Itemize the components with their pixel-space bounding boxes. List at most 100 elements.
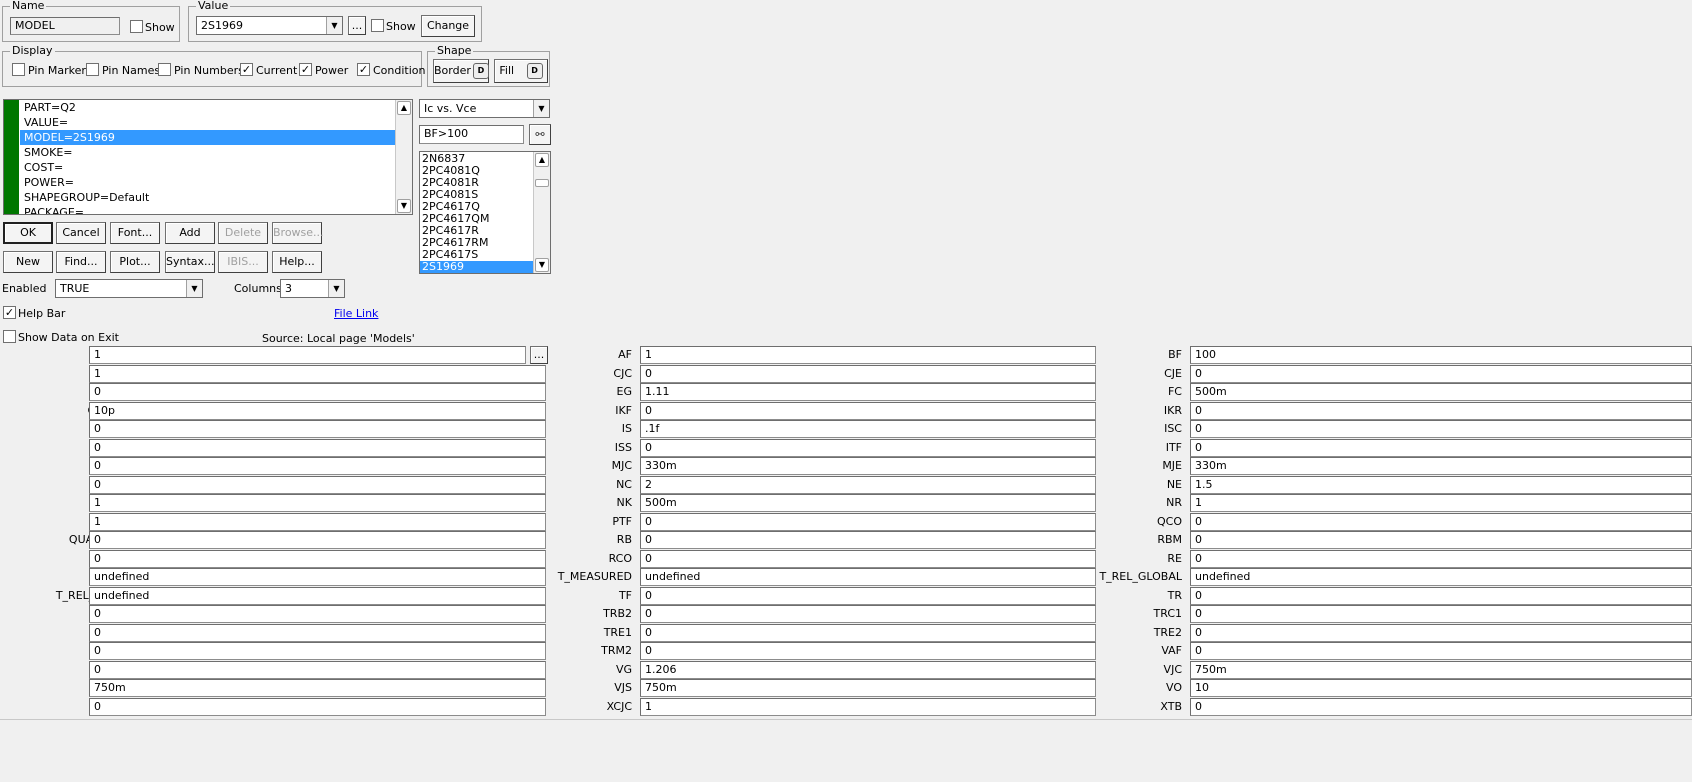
param-field-cje[interactable]: 0: [1190, 364, 1692, 383]
param-field-nf[interactable]: 1: [89, 494, 546, 512]
find-model-button[interactable]: ⚯: [529, 124, 551, 145]
param-field-level[interactable]: 1: [89, 346, 526, 364]
param-field-ne[interactable]: 1.5: [1190, 475, 1692, 494]
param-field-t-abs[interactable]: undefined: [89, 568, 546, 586]
columns-combo[interactable]: 3 ▼: [280, 279, 345, 298]
param-field-gamma[interactable]: 10p: [89, 401, 546, 420]
param-field-nk[interactable]: 500m: [640, 494, 1096, 512]
pin-numbers-checkbox[interactable]: [158, 63, 171, 76]
new-button[interactable]: New: [3, 251, 53, 273]
show-data-checkbox[interactable]: [3, 330, 16, 343]
file-link[interactable]: File Link: [334, 307, 378, 320]
param-field-cjc[interactable]: 0: [640, 364, 1096, 383]
list-item[interactable]: COST=: [20, 160, 395, 175]
help-bar-checkbox[interactable]: ✓: [3, 306, 16, 319]
scroll-up-icon[interactable]: ▲: [397, 101, 411, 115]
param-field-mjs[interactable]: 0: [89, 475, 546, 494]
param-field-fc[interactable]: 500m: [1190, 383, 1692, 401]
scroll-down-icon[interactable]: ▼: [397, 199, 411, 213]
param-field-af[interactable]: 1: [640, 346, 1096, 364]
param-field-trb1[interactable]: 0: [89, 605, 546, 623]
param-field-rc[interactable]: 0: [89, 549, 546, 568]
add-button[interactable]: Add: [165, 222, 215, 244]
param-field-tr[interactable]: 0: [1190, 586, 1692, 605]
param-field-mjc[interactable]: 330m: [640, 457, 1096, 475]
shape-fill-button[interactable]: Fill D: [494, 59, 548, 83]
model-list[interactable]: 2N6837 2PC4081Q 2PC4081R 2PC4081S 2PC4617Q 2P…: [419, 151, 551, 274]
param-field-quasimod[interactable]: 0: [89, 531, 546, 549]
model-filter-input[interactable]: BF>100: [419, 125, 524, 144]
list-item[interactable]: POWER=: [20, 175, 395, 190]
param-field-bf[interactable]: 100: [1190, 346, 1692, 364]
list-item[interactable]: PART=Q2: [20, 100, 395, 115]
param-field-rco[interactable]: 0: [640, 549, 1096, 568]
list-item[interactable]: 2S1969: [420, 261, 533, 273]
level-ellipsis-button[interactable]: ...: [530, 346, 548, 364]
param-field-vjs[interactable]: 750m: [640, 679, 1096, 697]
param-field-t-measured[interactable]: undefined: [640, 568, 1096, 586]
param-field-trm1[interactable]: 0: [89, 642, 546, 660]
scroll-down-icon[interactable]: ▼: [535, 258, 549, 272]
param-field-vjc[interactable]: 750m: [1190, 660, 1692, 679]
syntax-button[interactable]: Syntax...: [165, 251, 215, 273]
plot-type-combo[interactable]: Ic vs. Vce ▼: [419, 99, 550, 118]
param-field-xtb[interactable]: 0: [1190, 697, 1692, 716]
param-field-kf[interactable]: 0: [89, 457, 546, 475]
font-button[interactable]: Font...: [110, 222, 160, 244]
param-field-cjs[interactable]: 0: [89, 383, 546, 401]
pin-names-checkbox[interactable]: [86, 63, 99, 76]
param-field-xcjc[interactable]: 1: [640, 697, 1096, 716]
enabled-combo[interactable]: TRUE ▼: [55, 279, 203, 298]
value-show-checkbox[interactable]: [371, 19, 384, 32]
param-field-vo[interactable]: 10: [1190, 679, 1692, 697]
param-field-ikr[interactable]: 0: [1190, 401, 1692, 420]
shape-border-button[interactable]: Border D: [433, 59, 489, 83]
param-field-iss[interactable]: 0: [640, 438, 1096, 457]
list-item[interactable]: MODEL=2S1969: [20, 130, 395, 145]
value-combo[interactable]: 2S1969 ▼: [196, 16, 343, 35]
scroll-thumb[interactable]: [535, 179, 549, 187]
param-field-trc2[interactable]: 0: [89, 623, 546, 642]
param-field-t-rel-local[interactable]: undefined: [89, 586, 546, 605]
list-item[interactable]: SHAPEGROUP=Default: [20, 190, 395, 205]
name-field[interactable]: MODEL: [10, 17, 120, 35]
param-field-vtf[interactable]: 0: [89, 697, 546, 716]
name-show-checkbox[interactable]: [130, 20, 143, 33]
ok-button[interactable]: OK: [3, 222, 53, 244]
param-field-mje[interactable]: 330m: [1190, 457, 1692, 475]
param-field-rbm[interactable]: 0: [1190, 531, 1692, 549]
param-field-vaf[interactable]: 0: [1190, 642, 1692, 660]
change-button[interactable]: Change: [421, 15, 475, 37]
power-checkbox[interactable]: ✓: [299, 63, 312, 76]
find-button[interactable]: Find...: [56, 251, 106, 273]
condition-checkbox[interactable]: ✓: [357, 63, 370, 76]
param-field-tf[interactable]: 0: [640, 586, 1096, 605]
param-field-irb[interactable]: 0: [89, 420, 546, 438]
param-field-isc[interactable]: 0: [1190, 420, 1692, 438]
param-field-t-rel-global[interactable]: undefined: [1190, 568, 1692, 586]
param-field-trm2[interactable]: 0: [640, 642, 1096, 660]
model-list-scrollbar[interactable]: ▲ ▼: [533, 152, 550, 273]
param-field-vje[interactable]: 750m: [89, 679, 546, 697]
param-field-qco[interactable]: 0: [1190, 512, 1692, 531]
param-field-nc[interactable]: 2: [640, 475, 1096, 494]
attribute-list-scrollbar[interactable]: ▲ ▼: [395, 100, 412, 214]
param-field-itf[interactable]: 0: [1190, 438, 1692, 457]
pin-markers-checkbox[interactable]: [12, 63, 25, 76]
param-field-rb[interactable]: 0: [640, 531, 1096, 549]
cancel-button[interactable]: Cancel: [56, 222, 106, 244]
param-field-trc1[interactable]: 0: [1190, 605, 1692, 623]
help-button[interactable]: Help...: [272, 251, 322, 273]
param-field-trb2[interactable]: 0: [640, 605, 1096, 623]
param-field-tre2[interactable]: 0: [1190, 623, 1692, 642]
attribute-list[interactable]: PART=Q2 VALUE= MODEL=2S1969 SMOKE= COST= POWE…: [3, 99, 413, 215]
value-ellipsis-button[interactable]: ...: [348, 16, 366, 35]
param-field-re[interactable]: 0: [1190, 549, 1692, 568]
current-checkbox[interactable]: ✓: [240, 63, 253, 76]
param-field-ptf[interactable]: 0: [640, 512, 1096, 531]
param-field-br[interactable]: 1: [89, 364, 546, 383]
list-item[interactable]: PACKAGE=: [20, 205, 395, 214]
list-item[interactable]: VALUE=: [20, 115, 395, 130]
param-field-tre1[interactable]: 0: [640, 623, 1096, 642]
param-field-is[interactable]: .1f: [640, 420, 1096, 438]
